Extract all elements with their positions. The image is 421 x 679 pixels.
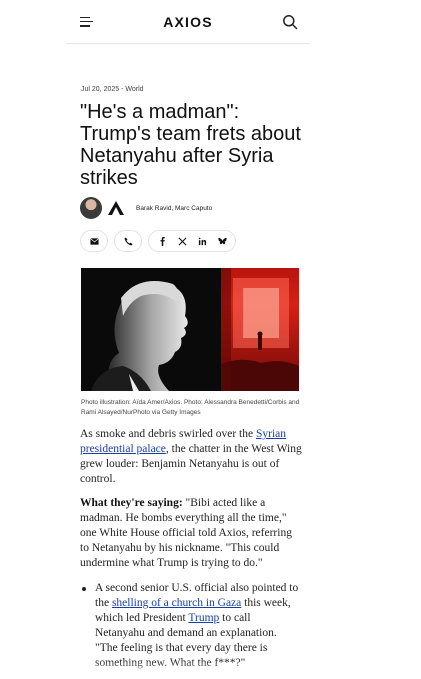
article-headline: "He's a madman": Trump's team frets abou…: [80, 101, 301, 189]
share-group-contact: [80, 230, 108, 252]
syria-strike-image: [221, 268, 299, 391]
email-icon[interactable]: [84, 231, 104, 251]
paragraph-text: As smoke and debris swirled over the: [80, 428, 256, 440]
search-icon[interactable]: [282, 14, 298, 30]
article-paragraph-1: As smoke and debris swirled over the Syr…: [80, 427, 302, 487]
bluesky-icon[interactable]: [212, 231, 232, 251]
bullet-text: A second senior U.S. official also point…: [95, 581, 301, 671]
byline[interactable]: Barak Ravid, Marc Caputo: [136, 205, 212, 212]
top-navigation-bar: AXIOS: [66, 0, 310, 44]
share-group-social: [148, 230, 236, 252]
author-avatar[interactable]: [80, 197, 102, 219]
article-paragraph-2: What they're saying: "Bibi acted like a …: [80, 496, 302, 571]
share-group-phone: [114, 230, 142, 252]
photo-caption: Photo illustration: Aïda Amer/Axios. Pho…: [81, 399, 300, 416]
bullet-marker: [82, 587, 86, 591]
axios-logo[interactable]: AXIOS: [163, 14, 213, 30]
article-meta: Jul 20, 2025 - World: [81, 86, 144, 93]
trump-link[interactable]: Trump: [188, 612, 219, 624]
menu-icon[interactable]: [80, 16, 94, 27]
bottom-fade: [0, 660, 421, 679]
bullet-list-item: A second senior U.S. official also point…: [82, 581, 302, 671]
linkedin-icon[interactable]: [192, 231, 212, 251]
gaza-church-link[interactable]: shelling of a church in Gaza: [112, 597, 241, 609]
article-photo-illustration: [81, 268, 299, 391]
author-row: Barak Ravid, Marc Caputo: [80, 197, 212, 219]
share-bar: [80, 230, 242, 252]
axios-logo-icon[interactable]: [108, 201, 124, 215]
phone-icon[interactable]: [118, 231, 138, 251]
x-icon[interactable]: [172, 231, 192, 251]
paragraph-lead: What they're saying:: [80, 497, 183, 509]
facebook-icon[interactable]: [152, 231, 172, 251]
netanyahu-portrait-image: [81, 268, 221, 391]
